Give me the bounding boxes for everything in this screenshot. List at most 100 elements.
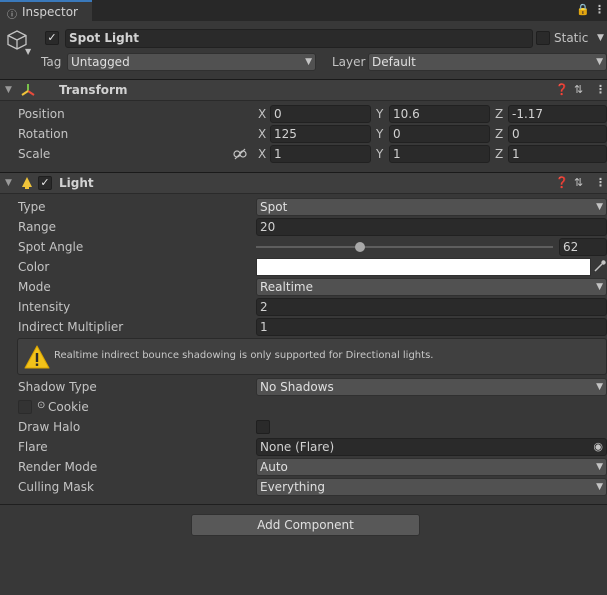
static-dropdown-arrow-icon[interactable]: ▼: [597, 33, 604, 43]
lock-icon[interactable]: 🔒: [576, 3, 590, 16]
draw-halo-checkbox[interactable]: [256, 420, 270, 434]
add-component-button[interactable]: Add Component: [191, 514, 420, 536]
window-tab-bar: ⓘ Inspector 🔒 ⋮: [0, 0, 607, 22]
mode-value: Realtime: [260, 280, 313, 294]
tab-inspector[interactable]: ⓘ Inspector: [0, 0, 92, 22]
flare-label: Flare: [18, 440, 48, 454]
position-x-field[interactable]: 0: [270, 105, 371, 123]
scale-y-axis[interactable]: Y: [376, 146, 383, 162]
scale-x-axis[interactable]: X: [258, 146, 266, 162]
indirect-multiplier-field[interactable]: 1: [256, 318, 607, 336]
static-label: Static: [554, 31, 589, 45]
eyedropper-icon[interactable]: [593, 259, 607, 276]
spot-angle-label: Spot Angle: [18, 240, 84, 254]
type-label: Type: [18, 200, 46, 214]
object-picker-icon[interactable]: ◉: [593, 439, 603, 455]
transform-header[interactable]: ▼ Transform ❓ ⇅ ⋮: [0, 79, 607, 101]
range-field[interactable]: 20: [256, 218, 607, 236]
tag-label: Tag: [41, 55, 62, 69]
warning-text: Realtime indirect bounce shadowing is on…: [54, 350, 434, 361]
constrain-proportions-icon[interactable]: [233, 147, 247, 164]
info-icon: ⓘ: [7, 10, 17, 21]
component-menu-icon[interactable]: ⋮: [595, 83, 606, 96]
tag-value: Untagged: [71, 55, 130, 69]
help-icon[interactable]: ❓: [555, 83, 569, 96]
position-z-axis[interactable]: Z: [495, 106, 503, 122]
flare-value: None (Flare): [260, 440, 335, 454]
tag-dropdown[interactable]: Untagged ▼: [67, 53, 316, 71]
cookie-object-slot[interactable]: [18, 400, 32, 414]
chevron-down-icon: ▼: [596, 57, 603, 67]
chevron-down-icon: ▼: [596, 462, 603, 472]
scale-z-field[interactable]: 1: [508, 145, 607, 163]
color-label: Color: [18, 260, 50, 274]
scale-label: Scale: [18, 147, 51, 161]
intensity-label: Intensity: [18, 300, 71, 314]
type-dropdown[interactable]: Spot ▼: [256, 198, 607, 216]
color-swatch[interactable]: [256, 258, 591, 276]
spot-angle-slider-thumb[interactable]: [354, 242, 365, 252]
spot-angle-field[interactable]: 62: [559, 238, 607, 256]
render-mode-value: Auto: [260, 460, 288, 474]
object-picker-icon[interactable]: ⊙: [37, 400, 45, 411]
rotation-y-axis[interactable]: Y: [376, 126, 383, 142]
active-checkbox[interactable]: ✓: [45, 31, 59, 45]
static-checkbox[interactable]: [536, 31, 550, 45]
mode-label: Mode: [18, 280, 51, 294]
rotation-z-axis[interactable]: Z: [495, 126, 503, 142]
shadow-type-label: Shadow Type: [18, 380, 97, 394]
transform-title: Transform: [59, 83, 128, 97]
presets-icon[interactable]: ⇅: [574, 176, 583, 189]
layer-dropdown[interactable]: Default ▼: [368, 53, 607, 71]
foldout-arrow-icon[interactable]: ▼: [5, 85, 12, 95]
section-divider: [0, 504, 607, 505]
chevron-down-icon: ▼: [596, 482, 603, 492]
light-enabled-checkbox[interactable]: ✓: [38, 176, 52, 190]
mode-dropdown[interactable]: Realtime ▼: [256, 278, 607, 296]
warning-icon: [24, 344, 50, 373]
transform-icon: [20, 82, 36, 101]
presets-icon[interactable]: ⇅: [574, 83, 583, 96]
culling-mask-label: Culling Mask: [18, 480, 94, 494]
help-icon[interactable]: ❓: [555, 176, 569, 189]
indirect-multiplier-label: Indirect Multiplier: [18, 320, 124, 334]
shadow-type-dropdown[interactable]: No Shadows ▼: [256, 378, 607, 396]
scale-y-field[interactable]: 1: [389, 145, 490, 163]
tab-label: Inspector: [22, 5, 78, 19]
rotation-x-field[interactable]: 125: [270, 125, 371, 143]
scale-x-field[interactable]: 1: [270, 145, 371, 163]
foldout-arrow-icon[interactable]: ▼: [5, 178, 12, 188]
range-label: Range: [18, 220, 57, 234]
chevron-down-icon: ▼: [596, 202, 603, 212]
position-label: Position: [18, 107, 65, 121]
warning-help-box: Realtime indirect bounce shadowing is on…: [17, 338, 607, 375]
chevron-down-icon: ▼: [596, 382, 603, 392]
render-mode-dropdown[interactable]: Auto ▼: [256, 458, 607, 476]
position-y-axis[interactable]: Y: [376, 106, 383, 122]
rotation-label: Rotation: [18, 127, 69, 141]
rotation-x-axis[interactable]: X: [258, 126, 266, 142]
rotation-y-field[interactable]: 0: [389, 125, 490, 143]
shadow-type-value: No Shadows: [260, 380, 334, 394]
type-value: Spot: [260, 200, 288, 214]
rotation-z-field[interactable]: 0: [508, 125, 607, 143]
chevron-down-icon: ▼: [596, 282, 603, 292]
scale-z-axis[interactable]: Z: [495, 146, 503, 162]
culling-mask-dropdown[interactable]: Everything ▼: [256, 478, 607, 496]
component-menu-icon[interactable]: ⋮: [595, 176, 606, 189]
culling-mask-value: Everything: [260, 480, 325, 494]
render-mode-label: Render Mode: [18, 460, 98, 474]
draw-halo-label: Draw Halo: [18, 420, 81, 434]
position-x-axis[interactable]: X: [258, 106, 266, 122]
spot-angle-slider-track[interactable]: [256, 246, 553, 248]
light-header[interactable]: ▼ ✓ Light ❓ ⇅ ⋮: [0, 172, 607, 194]
intensity-field[interactable]: 2: [256, 298, 607, 316]
icon-dropdown-arrow-icon[interactable]: ▼: [25, 47, 31, 56]
kebab-menu-icon[interactable]: ⋮: [594, 3, 605, 16]
cookie-label: Cookie: [48, 400, 89, 414]
flare-object-field[interactable]: None (Flare) ◉: [256, 438, 607, 456]
object-name-field[interactable]: Spot Light: [65, 29, 533, 48]
position-z-field[interactable]: -1.17: [508, 105, 607, 123]
position-y-field[interactable]: 10.6: [389, 105, 490, 123]
layer-label: Layer: [332, 55, 366, 69]
